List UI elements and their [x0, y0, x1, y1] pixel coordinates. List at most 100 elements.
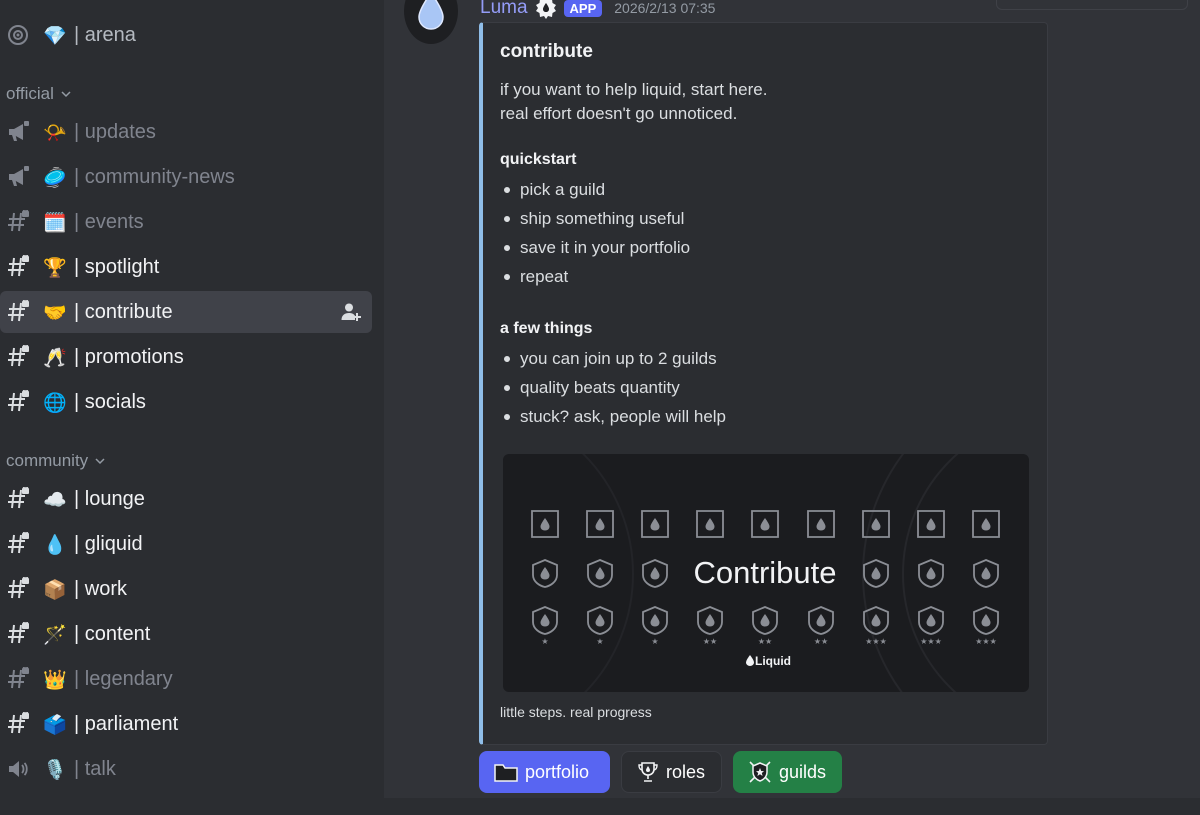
message-embed: contribute if you want to help liquid, s… — [479, 22, 1048, 745]
channel-label: arena — [84, 23, 136, 46]
channel-label: | talk — [74, 757, 116, 780]
channel-emoji: 🪄 — [43, 623, 67, 646]
channel-emoji: 👑 — [43, 668, 67, 691]
channel-label: | community-news — [74, 165, 235, 188]
channel-emoji: 🌐 — [43, 391, 67, 414]
svg-text:★★: ★★ — [814, 637, 828, 646]
message-toolbar[interactable] — [996, 0, 1188, 10]
badge-icon: ★★ — [808, 606, 834, 646]
channel-label: | updates — [74, 120, 156, 143]
channel-work[interactable]: 📦 | work — [0, 568, 372, 610]
banner-title: Contribute — [693, 555, 836, 590]
channel-lounge[interactable]: ☁️ | lounge — [0, 478, 372, 520]
few-things-heading: a few things — [500, 320, 593, 337]
locked-text-channel-icon — [4, 210, 32, 234]
list-item: repeat — [504, 267, 568, 287]
badge-icon — [863, 559, 889, 588]
svg-text:★: ★ — [596, 637, 603, 646]
badge-icon: ★★ — [697, 606, 723, 646]
channel-label: | events — [74, 210, 144, 233]
badge-icon: ★★★ — [918, 606, 944, 646]
channel-label: | parliament — [74, 712, 179, 735]
channel-label: | content — [74, 622, 151, 645]
channel-sidebar: 💎 | arena official 📯 | updates 🥏 | communit… — [0, 0, 384, 815]
channel-emoji: 📯 — [43, 121, 67, 144]
channel-gliquid[interactable]: 💧 | gliquid — [0, 523, 372, 565]
embed-title: contribute — [500, 41, 593, 62]
button-label: roles — [666, 761, 706, 782]
channel-label: | contribute — [74, 300, 173, 323]
svg-text:★★★: ★★★ — [920, 637, 942, 646]
badge-icon — [751, 510, 779, 538]
channel-arena[interactable]: 💎 | arena — [0, 14, 372, 56]
portfolio-button[interactable]: portfolio — [479, 751, 610, 793]
svg-text:★: ★ — [541, 637, 548, 646]
locked-text-channel-icon — [4, 577, 32, 601]
button-label: guilds — [779, 761, 827, 782]
category-official[interactable]: official — [6, 84, 72, 104]
liquid-logo-icon — [746, 655, 754, 666]
badge-icon — [972, 510, 1000, 538]
quickstart-heading: quickstart — [500, 151, 577, 168]
guilds-button[interactable]: guilds — [733, 751, 842, 793]
message-header: Luma APP 2026/2/13 07:35 — [480, 0, 715, 20]
locked-text-channel-icon — [4, 667, 32, 691]
channel-contribute[interactable]: 🤝 | contribute — [0, 291, 372, 333]
app-badge: APP — [563, 0, 603, 17]
badge-icon — [586, 510, 614, 538]
chevron-down-icon — [95, 458, 105, 465]
svg-text:★★: ★★ — [758, 637, 772, 646]
locked-text-channel-icon — [4, 487, 32, 511]
channel-emoji: 🥏 — [43, 166, 67, 189]
locked-text-channel-icon — [4, 345, 32, 369]
channel-label: | gliquid — [74, 532, 143, 555]
channel-community-news[interactable]: 🥏 | community-news — [0, 156, 372, 198]
channel-emoji: 📦 — [43, 578, 67, 601]
author-name[interactable]: Luma — [480, 0, 528, 19]
voice-channel-icon — [4, 757, 32, 781]
channel-emoji: 🗓️ — [43, 211, 67, 234]
embed-image[interactable]: ★ ★ ★ ★★ ★★ ★★ ★★★ ★★★ ★★★ Contribute Liquid — [503, 454, 1029, 692]
badge-icon: ★ — [532, 606, 558, 646]
channel-label: | work — [74, 577, 127, 600]
badge-icon: ★ — [587, 606, 613, 646]
message-composer-edge — [384, 798, 1200, 815]
button-label: portfolio — [525, 761, 590, 782]
list-item: stuck? ask, people will help — [504, 407, 726, 427]
locked-text-channel-icon — [4, 255, 32, 279]
announcement-channel-icon — [4, 165, 32, 189]
announcement-channel-icon — [4, 120, 32, 144]
channel-events[interactable]: 🗓️ | events — [0, 201, 372, 243]
verified-gear-icon — [535, 0, 556, 19]
channel-spotlight[interactable]: 🏆 | spotlight — [0, 246, 372, 288]
locked-text-channel-icon — [4, 532, 32, 556]
badge-icon — [807, 510, 835, 538]
banner-brand: Liquid — [755, 654, 791, 668]
channel-legendary[interactable]: 👑 | legendary — [0, 658, 372, 700]
channel-emoji: 💎 — [43, 24, 67, 47]
channel-promotions[interactable]: 🥂 | promotions — [0, 336, 372, 378]
roles-button[interactable]: roles — [621, 751, 722, 793]
svg-text:★★: ★★ — [703, 637, 717, 646]
channel-parliament[interactable]: 🗳️ | parliament — [0, 703, 372, 745]
svg-text:★★★: ★★★ — [975, 637, 997, 646]
locked-text-channel-icon — [4, 390, 32, 414]
timestamp: 2026/2/13 07:35 — [614, 0, 716, 16]
category-community[interactable]: community — [6, 451, 106, 471]
channel-talk[interactable]: 🎙️ | talk — [0, 748, 372, 790]
locked-text-channel-icon — [4, 622, 32, 646]
badge-icon — [587, 559, 613, 588]
badge-icon: ★ — [642, 606, 668, 646]
svg-text:★★★: ★★★ — [865, 637, 887, 646]
contribute-banner: ★ ★ ★ ★★ ★★ ★★ ★★★ ★★★ ★★★ Contribute Liquid — [531, 454, 1000, 692]
channel-emoji: 🏆 — [43, 256, 67, 279]
channel-label: | socials — [74, 390, 146, 413]
channel-updates[interactable]: 📯 | updates — [0, 111, 372, 153]
channel-label: | promotions — [74, 345, 184, 368]
channel-content[interactable]: 🪄 | content — [0, 613, 372, 655]
channel-socials[interactable]: 🌐 | socials — [0, 381, 372, 423]
avatar[interactable] — [404, 0, 458, 44]
trophy-icon — [638, 762, 658, 782]
add-member-icon[interactable] — [340, 301, 362, 328]
category-label: official — [6, 84, 54, 103]
